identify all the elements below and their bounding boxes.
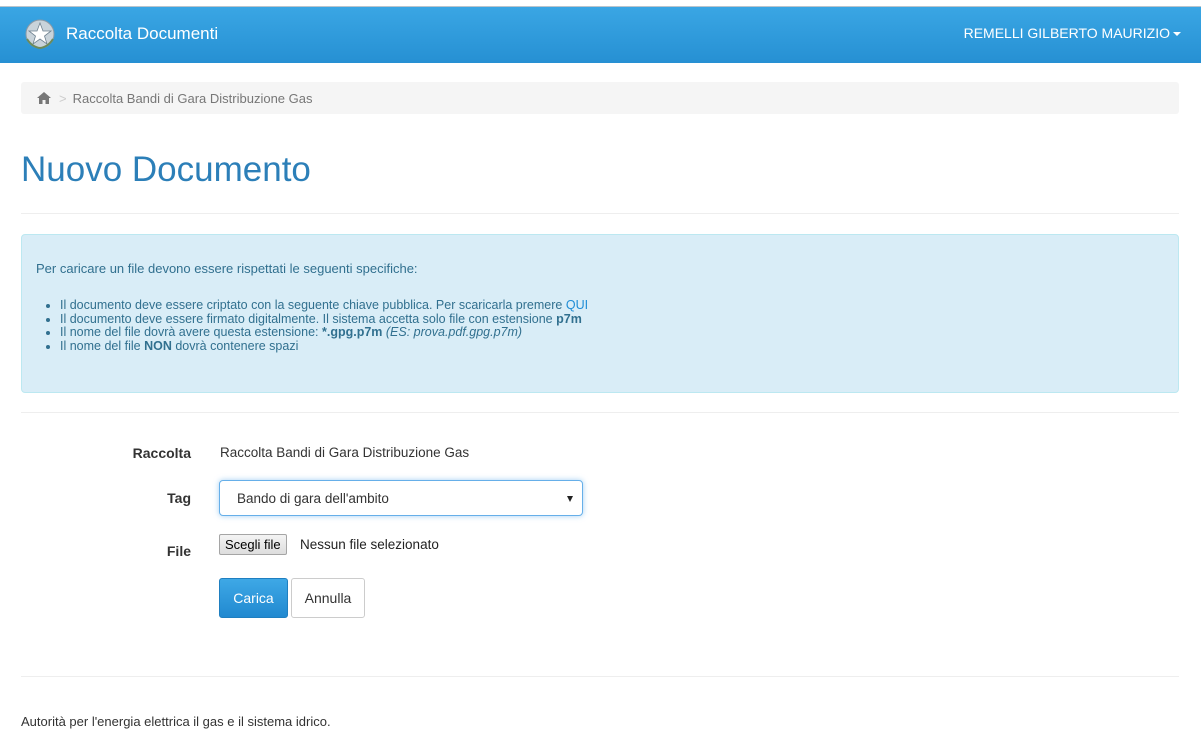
- file-label: File: [166, 543, 191, 559]
- upload-button[interactable]: Carica: [219, 578, 288, 618]
- top-navbar: Raccolta Documenti REMELLI GILBERTO MAUR…: [0, 6, 1201, 63]
- file-status-text: Nessun file selezionato: [300, 537, 439, 552]
- home-icon[interactable]: [37, 92, 51, 104]
- divider: [21, 213, 1179, 214]
- list-item: Il documento deve essere criptato con la…: [60, 298, 588, 313]
- requirement-spaces-bold: NON: [144, 338, 172, 353]
- raccolta-value: Raccolta Bandi di Gara Distribuzione Gas: [220, 445, 470, 460]
- divider: [21, 676, 1179, 677]
- info-alert: Per caricare un file devono essere rispe…: [21, 234, 1179, 393]
- user-name: REMELLI GILBERTO MAURIZIO: [963, 25, 1170, 41]
- requirement-key-text: Il documento deve essere criptato con la…: [60, 298, 563, 312]
- extension-p7m: p7m: [556, 311, 582, 326]
- cancel-button[interactable]: Annulla: [291, 578, 365, 618]
- requirement-extension-text: Il nome del file dovrà avere questa este…: [60, 325, 319, 339]
- alert-intro: Per caricare un file devono essere rispe…: [36, 261, 418, 276]
- divider: [21, 412, 1179, 413]
- caret-down-icon: [1173, 32, 1181, 36]
- requirements-list: Il documento deve essere criptato con la…: [36, 298, 588, 354]
- download-key-link[interactable]: QUI: [566, 298, 588, 312]
- tag-selected-value: Bando di gara dell'ambito: [237, 490, 389, 506]
- page-title: Nuovo Documento: [21, 150, 311, 189]
- emblem-icon: [25, 19, 55, 50]
- tag-select[interactable]: Bando di gara dell'ambito: [219, 480, 583, 516]
- list-item: Il documento deve essere firmato digital…: [60, 311, 588, 327]
- tag-label: Tag: [167, 490, 191, 506]
- extension-gpg-p7m: *.gpg.p7m: [321, 325, 383, 339]
- raccolta-label: Raccolta: [132, 445, 191, 461]
- list-item: Il nome del file dovrà avere questa este…: [60, 325, 588, 340]
- list-item: Il nome del file NON dovrà contenere spa…: [60, 338, 588, 354]
- footer-text: Autorità per l'energia elettrica il gas …: [21, 714, 331, 729]
- dropdown-arrow-icon: [567, 496, 573, 502]
- requirement-spaces-post: dovrà contenere spazi: [175, 338, 299, 353]
- brand-label: Raccolta Documenti: [66, 24, 219, 43]
- choose-file-button[interactable]: Scegli file: [219, 534, 287, 555]
- requirement-signature-text: Il documento deve essere firmato digital…: [60, 311, 553, 326]
- user-menu-toggle[interactable]: REMELLI GILBERTO MAURIZIO: [964, 25, 1181, 41]
- brand-link[interactable]: Raccolta Documenti: [22, 17, 218, 51]
- breadcrumb: > Raccolta Bandi di Gara Distribuzione G…: [21, 82, 1179, 114]
- breadcrumb-separator: >: [59, 90, 67, 106]
- requirement-spaces-pre: Il nome del file: [60, 338, 141, 353]
- breadcrumb-current: Raccolta Bandi di Gara Distribuzione Gas: [72, 90, 313, 106]
- extension-example: (ES: prova.pdf.gpg.p7m): [385, 325, 523, 339]
